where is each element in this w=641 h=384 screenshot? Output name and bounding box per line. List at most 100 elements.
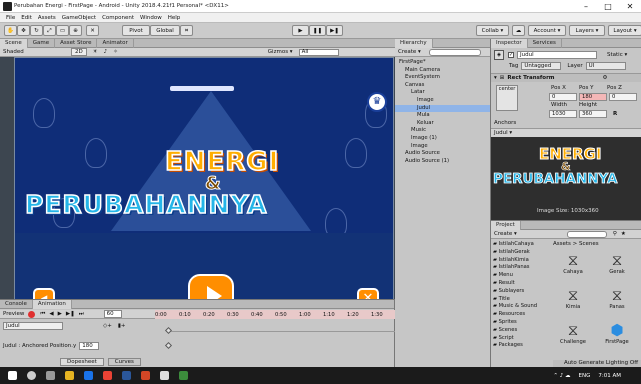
layer-dropdown[interactable]: UI xyxy=(585,62,626,70)
unity-taskbar-icon[interactable] xyxy=(160,371,169,380)
hierarchy-item[interactable]: Main Camera xyxy=(395,67,490,75)
search-icon[interactable] xyxy=(27,371,36,380)
scene-viewport[interactable]: ♛ ENERGI & PERUBAHANNYA ◂ ✕ xyxy=(0,57,395,299)
frame-field[interactable]: 60 xyxy=(103,310,122,318)
dopesheet-tab[interactable]: Dopesheet xyxy=(60,358,104,366)
project-asset[interactable]: ⧖ Kimia xyxy=(553,286,593,319)
custom-tool-icon[interactable]: ✕ xyxy=(86,25,99,36)
tab-hierarchy[interactable]: Hierarchy xyxy=(395,38,433,48)
lighting-icon[interactable]: ☀ xyxy=(93,49,98,55)
keyframe-icon[interactable] xyxy=(164,326,173,335)
shading-dropdown[interactable]: Shaded xyxy=(3,49,43,55)
exit-button[interactable]: ✕ xyxy=(357,288,379,299)
account-dropdown[interactable]: Account ▾ xyxy=(528,25,566,36)
project-folder[interactable]: ▰ Scenes xyxy=(493,327,551,335)
project-asset[interactable]: ⧖ Panas xyxy=(597,286,637,319)
project-create-dropdown[interactable]: Create ▾ xyxy=(494,231,517,237)
hierarchy-item[interactable]: Mula xyxy=(395,112,490,120)
menu-assets[interactable]: Assets xyxy=(38,15,56,21)
step-button[interactable]: ▶❚ xyxy=(326,25,343,36)
2d-toggle[interactable]: 2D xyxy=(71,48,87,56)
menu-help[interactable]: Help xyxy=(168,15,181,21)
audio-icon[interactable]: ♪ xyxy=(104,49,108,55)
preview-object-dropdown[interactable]: Judul ▾ xyxy=(494,130,512,136)
hierarchy-item[interactable]: Image (1) xyxy=(395,135,490,143)
timeline-ruler[interactable]: 0:00 0:10 0:20 0:30 0:40 0:50 1:00 1:10 … xyxy=(155,310,395,319)
preview-toggle[interactable]: Preview xyxy=(3,311,24,317)
chrome-icon[interactable] xyxy=(103,371,112,380)
hierarchy-item[interactable]: Judul xyxy=(395,104,490,113)
global-toggle[interactable]: Global xyxy=(150,25,180,36)
pause-button[interactable]: ❚❚ xyxy=(309,25,326,36)
filter-icon[interactable]: ⚲ xyxy=(613,231,617,237)
hierarchy-item[interactable]: Audio Source (1) xyxy=(395,158,490,166)
add-keyframe-icon[interactable]: ◇+ xyxy=(103,323,112,329)
hierarchy-item[interactable]: Canvas xyxy=(395,82,490,90)
play-game-button[interactable] xyxy=(188,274,234,299)
word-icon[interactable] xyxy=(122,371,131,380)
next-key-icon[interactable]: ▶❚ xyxy=(66,311,75,317)
curves-tab[interactable]: Curves xyxy=(107,358,141,366)
project-asset[interactable]: ⧖ Gerak xyxy=(597,251,637,284)
file-explorer-icon[interactable] xyxy=(65,371,74,380)
anchor-presets-button[interactable]: center xyxy=(496,85,518,111)
record-button[interactable] xyxy=(28,310,36,318)
tab-animation[interactable]: Animation xyxy=(32,299,72,309)
project-folder[interactable]: ▰ IstilahKimia xyxy=(493,257,551,265)
rotate-tool-icon[interactable]: ↻ xyxy=(30,25,43,36)
snap-icon[interactable]: ⌗ xyxy=(180,25,193,36)
hierarchy-item[interactable]: EventSystem xyxy=(395,74,490,82)
anim-play-icon[interactable]: ▶ xyxy=(58,311,62,317)
tab-project[interactable]: Project xyxy=(491,220,521,230)
menu-component[interactable]: Component xyxy=(102,15,134,21)
transform-tool-icon[interactable]: ⊕ xyxy=(69,25,82,36)
app-icon[interactable] xyxy=(179,371,188,380)
collab-dropdown[interactable]: Collab ▾ xyxy=(476,25,509,36)
project-folder[interactable]: ▰ Menu xyxy=(493,272,551,280)
hierarchy-item[interactable]: Audio Source xyxy=(395,150,490,158)
minimize-button[interactable]: – xyxy=(575,0,597,13)
layout-dropdown[interactable]: Layout ▾ xyxy=(608,25,641,36)
hierarchy-item[interactable]: Latar xyxy=(395,89,490,97)
tag-dropdown[interactable]: Untagged xyxy=(521,62,562,70)
height-field[interactable]: 360 xyxy=(579,110,607,118)
menu-file[interactable]: File xyxy=(6,15,15,21)
favorite-icon[interactable]: ★ xyxy=(621,231,626,237)
project-folder[interactable]: ▰ IstilahGerak xyxy=(493,249,551,257)
browser-icon[interactable] xyxy=(84,371,93,380)
tab-animator[interactable]: Animator xyxy=(97,38,134,48)
tab-inspector[interactable]: Inspector xyxy=(491,38,528,48)
project-folder[interactable]: ▰ Resources xyxy=(493,311,551,319)
hand-tool-icon[interactable]: ✋ xyxy=(4,25,17,36)
task-view-icon[interactable] xyxy=(46,371,55,380)
project-folder[interactable]: ▰ IstilahPanas xyxy=(493,264,551,272)
gizmos-dropdown[interactable]: Gizmos ▾ xyxy=(268,49,293,55)
tab-scene[interactable]: Scene xyxy=(0,38,28,48)
width-field[interactable]: 1030 xyxy=(549,110,577,118)
menu-window[interactable]: Window xyxy=(140,15,162,21)
maximize-button[interactable]: □ xyxy=(597,0,619,13)
pos-x-field[interactable]: 0 xyxy=(549,93,577,101)
cloud-icon[interactable]: ☁ xyxy=(512,25,525,36)
project-folder[interactable]: ▰ Result xyxy=(493,280,551,288)
pivot-toggle[interactable]: Pivot xyxy=(122,25,150,36)
language-indicator[interactable]: ENG xyxy=(579,373,591,379)
pos-y-field[interactable]: 180 xyxy=(579,93,607,101)
rect-tool-icon[interactable]: ▭ xyxy=(56,25,69,36)
hierarchy-item[interactable]: Keluar xyxy=(395,120,490,128)
last-key-icon[interactable]: ⏭ xyxy=(79,311,84,318)
menu-gameobject[interactable]: GameObject xyxy=(62,15,96,21)
clock[interactable]: 7:01 AM xyxy=(598,373,621,379)
project-folder[interactable]: ▰ Sublayers xyxy=(493,288,551,296)
project-folder[interactable]: ▰ Music & Sound xyxy=(493,303,551,311)
rect-transform-header[interactable]: ▾ ⊞ Rect Transform ⚙ xyxy=(491,73,641,82)
tray-icons[interactable]: ⌃ ♪ ☁ xyxy=(553,373,570,379)
start-icon[interactable] xyxy=(8,371,17,380)
hierarchy-item[interactable]: Image xyxy=(395,97,490,105)
move-tool-icon[interactable]: ✥ xyxy=(17,25,30,36)
raw-edit-button[interactable]: R xyxy=(613,111,617,117)
powerpoint-icon[interactable] xyxy=(141,371,150,380)
project-asset[interactable]: ⬢ FirstPage xyxy=(597,321,637,354)
tab-console[interactable]: Console xyxy=(0,299,33,309)
prev-key-icon[interactable]: ◀ xyxy=(49,311,53,317)
